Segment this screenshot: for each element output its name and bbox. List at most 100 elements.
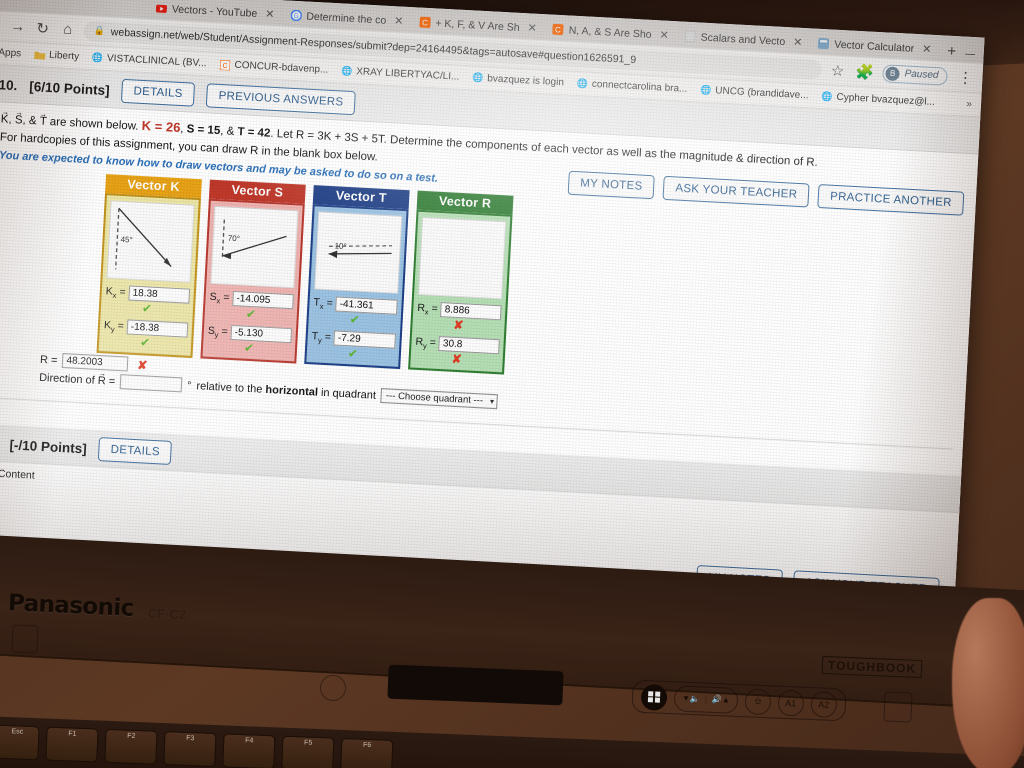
right-hw-button[interactable] bbox=[883, 691, 913, 723]
close-icon[interactable]: ✕ bbox=[793, 35, 803, 48]
a1-button[interactable]: A1 bbox=[777, 689, 805, 717]
tab-title: Vector Calculator bbox=[834, 38, 915, 55]
vector-t-y-input[interactable]: -7.29 bbox=[333, 330, 396, 350]
question-points: [6/10 Points] bbox=[29, 78, 110, 98]
degree-symbol: ° bbox=[186, 379, 192, 392]
key-f6[interactable]: F6 bbox=[340, 737, 394, 768]
volume-buttons[interactable]: ▼🔈 | 🔊▲ bbox=[673, 684, 739, 714]
my-notes-button[interactable]: MY NOTES bbox=[567, 170, 656, 200]
left-hw-button[interactable] bbox=[11, 624, 39, 654]
windows-hw-button[interactable] bbox=[640, 683, 668, 711]
vector-s-diagram: 70° bbox=[210, 206, 299, 289]
close-icon[interactable]: ✕ bbox=[265, 7, 275, 20]
details-button[interactable]: DETAILS bbox=[98, 437, 173, 466]
previous-answers-button[interactable]: PREVIOUS ANSWERS bbox=[206, 83, 357, 116]
tab-title: Scalars and Vecto bbox=[700, 31, 786, 48]
back-icon[interactable]: ← bbox=[0, 16, 2, 34]
magnitude-label: R = bbox=[39, 353, 58, 367]
tab-title: N, A, & S Are Sho bbox=[568, 24, 652, 41]
chegg-icon: C bbox=[219, 59, 231, 71]
star-icon[interactable]: ☆ bbox=[828, 61, 847, 80]
a2-button[interactable]: A2 bbox=[810, 690, 838, 718]
bookmark-uncg[interactable]: 🌐 UNCG (brandidave... bbox=[700, 85, 809, 102]
close-icon[interactable]: ✕ bbox=[659, 28, 669, 41]
vector-r-x-input[interactable]: 8.886 bbox=[440, 302, 502, 321]
globe-icon: 🌐 bbox=[91, 52, 104, 63]
globe-icon: 🌐 bbox=[340, 65, 353, 77]
quadrant-select[interactable]: --- Choose quadrant --- bbox=[380, 388, 499, 410]
close-icon[interactable]: ✕ bbox=[922, 42, 932, 55]
key-f4[interactable]: F4 bbox=[222, 733, 276, 768]
toolbar-right-actions: ☆ 🧩 B Paused ⋮ bbox=[828, 61, 975, 87]
vector-k-x-input[interactable]: 18.38 bbox=[128, 285, 191, 305]
volume-up-icon[interactable]: 🔊▲ bbox=[712, 695, 730, 705]
bookmark-bvazquez[interactable]: 🌐 bvazquez is login bbox=[472, 72, 564, 88]
bookmark-concur[interactable]: C CONCUR-bdavenp... bbox=[219, 59, 329, 76]
svg-text:C: C bbox=[422, 18, 428, 27]
avatar: B bbox=[885, 65, 900, 81]
vector-t-x-label: Tx = bbox=[313, 296, 334, 311]
vector-card-body: Rx = 8.886 ✘ Ry = 30.8 ✘ bbox=[408, 210, 513, 375]
direction-input[interactable] bbox=[119, 374, 183, 393]
volume-down-icon[interactable]: ▼🔈 bbox=[682, 694, 700, 704]
vector-r-y-label: Ry = bbox=[415, 335, 437, 351]
tab-title: Determine the co bbox=[306, 10, 387, 27]
vector-s-symbol: S bbox=[15, 114, 23, 126]
photo-background: Vectors - YouTube ✕ G Determine the co ✕… bbox=[0, 0, 1024, 768]
vector-r-x-label: Rx = bbox=[417, 301, 439, 317]
vector-k-y-input[interactable]: -18.38 bbox=[126, 319, 189, 339]
laptop-model: CF-C2 bbox=[147, 606, 187, 622]
bookmark-connectcarolina[interactable]: 🌐 connectcarolina bra... bbox=[577, 78, 688, 95]
profile-chip[interactable]: B Paused bbox=[882, 63, 948, 86]
key-esc[interactable]: Esc bbox=[0, 724, 40, 761]
bookmark-cypher[interactable]: 🌐 Cypher bvazquez@l... bbox=[821, 91, 935, 108]
question-number: 10. bbox=[0, 76, 18, 93]
key-f5[interactable]: F5 bbox=[281, 735, 335, 768]
chegg-icon: C bbox=[552, 23, 565, 36]
rotate-button[interactable]: ⎒ bbox=[744, 687, 772, 715]
new-tab-button[interactable]: + bbox=[938, 42, 966, 62]
bookmark-label: CONCUR-bdavenp... bbox=[234, 59, 329, 76]
vector-card-t: Vector T 10° Tx = -41.361 ✔ Ty = -7.29 ✔ bbox=[304, 185, 410, 370]
t-magnitude: T = 42 bbox=[237, 126, 271, 140]
key-f2[interactable]: F2 bbox=[104, 728, 158, 765]
vector-card-r: Vector R Rx = 8.886 ✘ Ry = 30.8 ✘ bbox=[408, 191, 514, 375]
vector-s-x-input[interactable]: -14.095 bbox=[232, 291, 294, 310]
bookmark-vistaclinical[interactable]: 🌐 VISTACLINICAL (BV... bbox=[92, 52, 207, 69]
youtube-icon bbox=[155, 3, 168, 15]
close-icon[interactable]: ✕ bbox=[527, 21, 537, 34]
bookmarks-overflow-icon[interactable]: » bbox=[966, 99, 972, 110]
window-controls: — ❐ bbox=[965, 49, 985, 65]
kebab-menu-icon[interactable]: ⋮ bbox=[956, 68, 975, 87]
chegg-icon: C bbox=[419, 16, 431, 29]
home-icon[interactable]: ⌂ bbox=[58, 20, 77, 38]
globe-icon: 🌐 bbox=[471, 72, 484, 84]
magnitude-input[interactable]: 48.2003 bbox=[62, 353, 129, 372]
content-label: Content bbox=[0, 468, 35, 483]
vector-s-x-label: Sx = bbox=[209, 290, 230, 306]
profile-status: Paused bbox=[904, 68, 939, 82]
bookmark-label: XRAY LIBERTYAC/LI... bbox=[355, 66, 460, 83]
bookmark-label: UNCG (brandidave... bbox=[715, 85, 809, 102]
prompt-sep: , & bbox=[22, 114, 41, 128]
key-f1[interactable]: F1 bbox=[45, 726, 99, 763]
direction-label: Direction of R = bbox=[39, 372, 116, 388]
vector-s-y-input[interactable]: -5.130 bbox=[230, 325, 293, 344]
globe-icon: 🌐 bbox=[576, 78, 589, 89]
close-icon[interactable]: ✕ bbox=[394, 14, 404, 27]
reload-icon[interactable]: ↻ bbox=[33, 19, 52, 38]
forward-icon[interactable]: → bbox=[8, 18, 27, 36]
minimize-button[interactable]: — bbox=[965, 49, 976, 61]
vector-r-blank-box[interactable] bbox=[418, 217, 507, 300]
s-magnitude: S = 15 bbox=[186, 123, 221, 138]
bookmark-apps[interactable]: Apps bbox=[0, 46, 21, 59]
key-f3[interactable]: F3 bbox=[163, 731, 217, 768]
details-button[interactable]: DETAILS bbox=[120, 78, 196, 107]
bookmark-xray[interactable]: 🌐 XRAY LIBERTYAC/LI... bbox=[341, 65, 460, 82]
vector-t-x-input[interactable]: -41.361 bbox=[335, 296, 398, 316]
folder-icon bbox=[33, 49, 46, 61]
bookmark-liberty[interactable]: Liberty bbox=[33, 49, 79, 62]
vector-r-y-input[interactable]: 30.8 bbox=[438, 336, 500, 355]
vector-k-y-label: Ky = bbox=[103, 319, 125, 334]
puzzle-icon[interactable]: 🧩 bbox=[855, 62, 875, 81]
